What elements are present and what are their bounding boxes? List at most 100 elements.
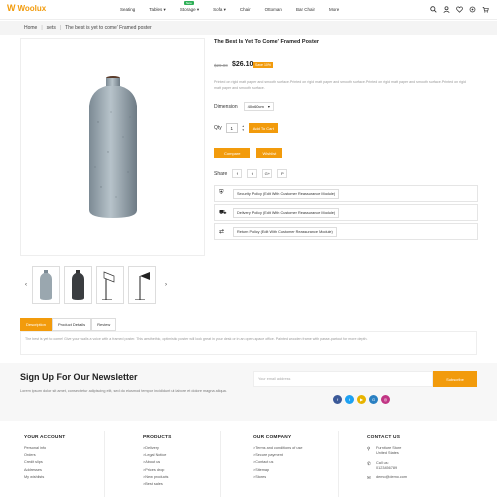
header: W Woolux Seating Tables ▾ New Storage ▾ S… (0, 0, 497, 20)
policy-label[interactable]: Security Policy (Edit With Customer Reas… (233, 188, 340, 199)
twitter-icon[interactable]: t (345, 395, 354, 404)
chevron-down-icon: ▾ (163, 7, 166, 12)
footer-link[interactable]: >Contact us (253, 460, 303, 464)
contact-phone[interactable]: 0123456789 (376, 466, 397, 470)
search-icon[interactable] (430, 6, 437, 13)
thumb-prev-icon[interactable]: ‹ (20, 282, 32, 288)
product-tabs: Description Product Details Review (20, 318, 117, 331)
nav-item-sofa[interactable]: Sofa ▾ (213, 7, 226, 13)
footer-link[interactable]: >New products (143, 475, 172, 479)
email-icon: ✉ (367, 475, 371, 481)
quantity-stepper[interactable]: ▲ ▼ (242, 124, 245, 132)
youtube-icon[interactable]: ▶ (357, 395, 366, 404)
settings-icon[interactable] (469, 6, 476, 13)
return-icon: ⇄ (219, 229, 225, 235)
logo[interactable]: W Woolux (7, 3, 47, 14)
logo-icon: W (7, 3, 16, 13)
instagram-icon[interactable]: ◎ (381, 395, 390, 404)
wishlist-button[interactable]: Wishlist (256, 148, 283, 158)
main-nav: Seating Tables ▾ New Storage ▾ Sofa ▾ Cha… (120, 1, 353, 13)
footer-link[interactable]: >Terms and conditions of use (253, 446, 303, 450)
google-icon[interactable]: G (369, 395, 378, 404)
nav-item-more[interactable]: More (329, 7, 339, 13)
dimension-select[interactable]: 40x60cm ▾ (243, 102, 274, 111)
social-links: f t ▶ G ◎ (333, 395, 390, 404)
footer-link[interactable]: Addresses (24, 468, 65, 472)
dimension-value: 40x60cm (247, 104, 264, 109)
footer-link[interactable]: >Stores (253, 475, 303, 479)
cart-icon[interactable] (482, 6, 489, 13)
nav-item-seating[interactable]: Seating (120, 7, 135, 13)
policy-item: ⛨ Security Policy (Edit With Customer Re… (214, 185, 478, 202)
thumbnail[interactable] (64, 266, 92, 304)
product-image[interactable] (20, 38, 205, 256)
tab-content: The best is yet to come! Give your walls… (20, 331, 477, 355)
share-row: Share f t G+ P (214, 169, 288, 178)
footer-link[interactable]: Orders (24, 453, 65, 457)
policy-label[interactable]: Delivery Policy (Edit With Customer Reas… (233, 207, 340, 218)
breadcrumb-separator: | (41, 25, 43, 31)
facebook-icon[interactable]: f (333, 395, 342, 404)
footer-link[interactable]: >Sitemap (253, 468, 303, 472)
thumbnail[interactable] (128, 266, 156, 304)
location-icon: ⚲ (367, 446, 371, 451)
breadcrumb: Home | sets | The best is yet to come' F… (24, 25, 152, 31)
nav-item-bar-chair[interactable]: Bar Chair (296, 7, 315, 13)
footer-link[interactable]: Personal info (24, 446, 65, 450)
tab-review[interactable]: Review (91, 318, 117, 331)
twitter-share-icon[interactable]: t (247, 169, 258, 178)
truck-icon: ⛟ (219, 209, 227, 216)
user-icon[interactable] (443, 6, 450, 13)
subscribe-button[interactable]: Subscribe (433, 371, 477, 387)
compare-button[interactable]: Compare (214, 148, 251, 158)
newsletter-section: Sign Up For Our Newsletter Lorem ipsum d… (0, 363, 497, 421)
pinterest-share-icon[interactable]: P (277, 169, 288, 178)
nav-item-storage[interactable]: New Storage ▾ (180, 1, 199, 13)
footer-divider (338, 431, 339, 497)
tab-description[interactable]: Description (20, 318, 53, 331)
tab-product-details[interactable]: Product Details (52, 318, 92, 331)
thumb-next-icon[interactable]: › (160, 282, 172, 288)
product-title: The Best Is Yet To Come' Framed Poster (214, 39, 320, 45)
footer-link[interactable]: >Legal Notice (143, 453, 172, 457)
footer: YOUR ACCOUNT Personal info Orders Credit… (0, 427, 497, 497)
shield-icon: ⛨ (219, 190, 224, 196)
old-price: $29.00 (214, 63, 228, 68)
footer-account: YOUR ACCOUNT Personal info Orders Credit… (24, 435, 65, 482)
footer-link[interactable]: >About us (143, 460, 172, 464)
thumbnail[interactable] (96, 266, 124, 304)
heart-icon[interactable] (456, 6, 463, 13)
breadcrumb-category[interactable]: sets (47, 25, 56, 31)
footer-link[interactable]: >Delivery (143, 446, 172, 450)
breadcrumb-home[interactable]: Home (24, 25, 37, 31)
add-to-cart-button[interactable]: Add To Cart (248, 123, 278, 133)
footer-heading: OUR COMPANY (253, 435, 292, 440)
google-share-icon[interactable]: G+ (262, 169, 273, 178)
nav-item-chair[interactable]: Chair (240, 7, 251, 13)
nav-item-ottoman[interactable]: Ottoman (265, 7, 282, 13)
footer-link[interactable]: Credit slips (24, 460, 65, 464)
footer-products: PRODUCTS >Delivery >Legal Notice >About … (143, 435, 172, 489)
footer-divider (104, 431, 105, 497)
footer-link[interactable]: >Best sales (143, 482, 172, 486)
breadcrumb-bar: Home | sets | The best is yet to come' F… (0, 21, 497, 35)
footer-heading: CONTACT US (367, 435, 401, 440)
policy-label[interactable]: Return Policy (Edit With Customer Reassu… (233, 226, 337, 237)
chevron-down-icon: ▼ (241, 128, 245, 132)
chevron-down-icon: ▾ (223, 7, 226, 12)
thumbnail-strip: ‹ › (20, 262, 205, 308)
footer-link[interactable]: My wishlists (24, 475, 65, 479)
discount-badge: Save 10% (253, 62, 273, 68)
nav-item-tables[interactable]: Tables ▾ (149, 7, 166, 13)
contact-email[interactable]: demo@demo.com (376, 475, 407, 481)
quantity-input[interactable]: 1 (225, 123, 238, 133)
breadcrumb-current: The best is yet to come' Framed poster (65, 25, 152, 31)
facebook-share-icon[interactable]: f (232, 169, 243, 178)
product-short-description: Printed on rigid matt paper and smooth s… (214, 80, 466, 90)
footer-link[interactable]: >Prices drop (143, 468, 172, 472)
footer-link[interactable]: >Secure payment (253, 453, 303, 457)
policy-item: ⇄ Return Policy (Edit With Customer Reas… (214, 223, 478, 240)
newsletter-email-input[interactable]: Your email address (253, 371, 433, 387)
logo-text: Woolux (17, 4, 47, 13)
thumbnail[interactable] (32, 266, 60, 304)
